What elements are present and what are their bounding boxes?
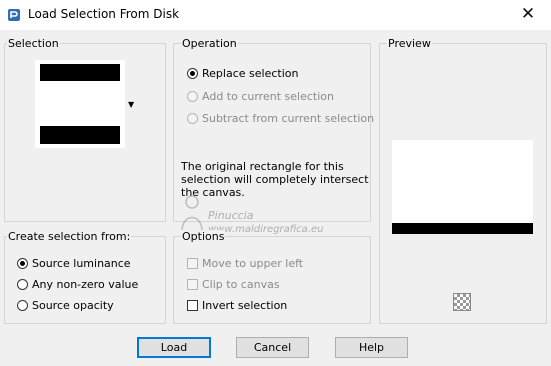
checkbox-label: Move to upper left [202,257,304,270]
source-luminance-radio[interactable]: Source luminance [17,257,131,270]
radio-label: Source opacity [32,299,114,312]
window-title: Load Selection From Disk [28,7,180,21]
radio-dot [17,258,28,269]
radio-label: Any non-zero value [32,278,139,291]
caret-down-icon[interactable]: ▼ [128,101,134,109]
checkbox-box [187,279,198,290]
load-button[interactable]: Load [137,337,211,358]
radio-label: Replace selection [202,67,299,80]
watermark-figure-icon [181,195,203,232]
cancel-button[interactable]: Cancel [236,337,309,358]
subtract-from-selection-radio[interactable]: Subtract from current selection [187,112,374,125]
clip-to-canvas-checkbox[interactable]: Clip to canvas [187,278,280,291]
preview-label: Preview [387,37,432,50]
title-bar: Load Selection From Disk ✕ [0,0,551,30]
thumbnail-top-bar [40,64,120,81]
preview-bottom-bar [392,223,533,234]
any-nonzero-value-radio[interactable]: Any non-zero value [17,278,138,291]
options-label: Options [181,230,226,243]
radio-label: Source luminance [32,257,131,270]
close-icon[interactable]: ✕ [505,0,551,30]
replace-selection-radio[interactable]: Replace selection [187,67,298,80]
add-to-selection-radio[interactable]: Add to current selection [187,90,334,103]
operation-label: Operation [181,37,238,50]
create-from-label: Create selection from: [7,230,132,243]
checkbox-label: Invert selection [202,299,288,312]
app-icon [8,9,20,21]
checkbox-box [187,300,198,311]
checkbox-box [187,258,198,269]
radio-label: Subtract from current selection [202,112,375,125]
radio-dot [187,113,198,124]
radio-dot [17,300,28,311]
radio-label: Add to current selection [202,90,334,103]
selection-label: Selection [7,37,60,50]
checkbox-label: Clip to canvas [202,278,280,291]
transparency-checker-icon[interactable] [453,293,471,311]
watermark-name: Pinuccia [208,209,254,222]
preview-image [392,140,533,234]
radio-dot [187,68,198,79]
selection-thumbnail[interactable] [35,60,125,148]
help-button[interactable]: Help [335,337,408,358]
radio-dot [17,279,28,290]
thumbnail-bottom-bar [40,126,120,144]
radio-dot [187,91,198,102]
move-to-upper-left-checkbox[interactable]: Move to upper left [187,257,303,270]
source-opacity-radio[interactable]: Source opacity [17,299,114,312]
invert-selection-checkbox[interactable]: Invert selection [187,299,287,312]
